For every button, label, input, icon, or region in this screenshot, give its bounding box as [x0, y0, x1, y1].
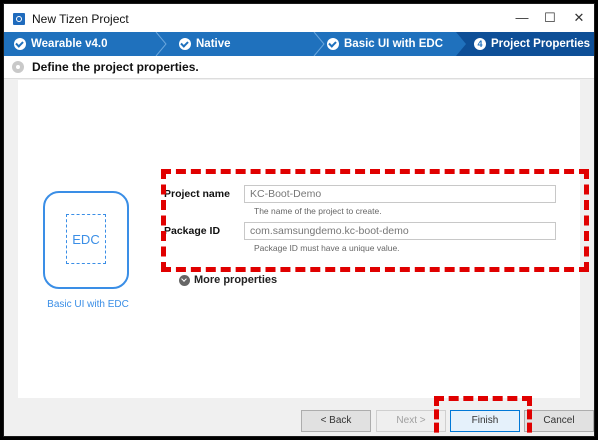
minimize-button[interactable]: —	[512, 10, 532, 25]
step-project-properties[interactable]: 4 Project Properties	[474, 32, 590, 56]
step-native[interactable]: Native	[179, 32, 231, 56]
template-tile: EDC	[43, 191, 129, 289]
cancel-button[interactable]: Cancel	[524, 410, 594, 432]
step-separator	[155, 32, 167, 56]
step-basic-ui[interactable]: Basic UI with EDC	[327, 32, 443, 56]
step-number-icon: 4	[474, 38, 486, 50]
step-label: Wearable v4.0	[31, 38, 108, 50]
edc-placeholder-icon: EDC	[66, 214, 106, 264]
more-properties-label: More properties	[194, 274, 278, 286]
check-icon	[14, 38, 26, 50]
step-wearable[interactable]: Wearable v4.0	[14, 32, 108, 56]
finish-highlight-annotation	[434, 396, 532, 436]
step-separator	[313, 32, 325, 56]
step-label: Project Properties	[491, 38, 591, 50]
more-properties-toggle[interactable]: More properties	[179, 274, 277, 286]
step-label: Native	[196, 38, 231, 50]
check-icon	[179, 38, 191, 50]
tizen-app-icon	[13, 13, 25, 25]
step-label: Basic UI with EDC	[344, 38, 444, 50]
gear-icon	[12, 61, 24, 73]
close-button[interactable]: ✕	[569, 10, 589, 26]
title-bar: New Tizen Project — ☐ ✕	[4, 4, 594, 32]
step-separator	[456, 32, 467, 56]
maximize-button[interactable]: ☐	[540, 10, 560, 26]
tile-text: EDC	[72, 232, 100, 247]
check-icon	[327, 38, 339, 50]
page-title: Define the project properties.	[32, 60, 199, 74]
wizard-steps: Wearable v4.0 Native Basic UI with EDC 4…	[4, 32, 594, 56]
content-panel: EDC Basic UI with EDC Project name The n…	[18, 80, 589, 398]
new-project-window: New Tizen Project — ☐ ✕ Wearable v4.0 Na…	[3, 3, 595, 437]
chevron-down-icon	[179, 274, 190, 286]
template-caption: Basic UI with EDC	[47, 299, 129, 310]
page-header: Define the project properties.	[4, 56, 594, 79]
window-title: New Tizen Project	[32, 12, 129, 26]
form-highlight-annotation	[161, 169, 589, 272]
back-button[interactable]: < Back	[301, 410, 371, 432]
